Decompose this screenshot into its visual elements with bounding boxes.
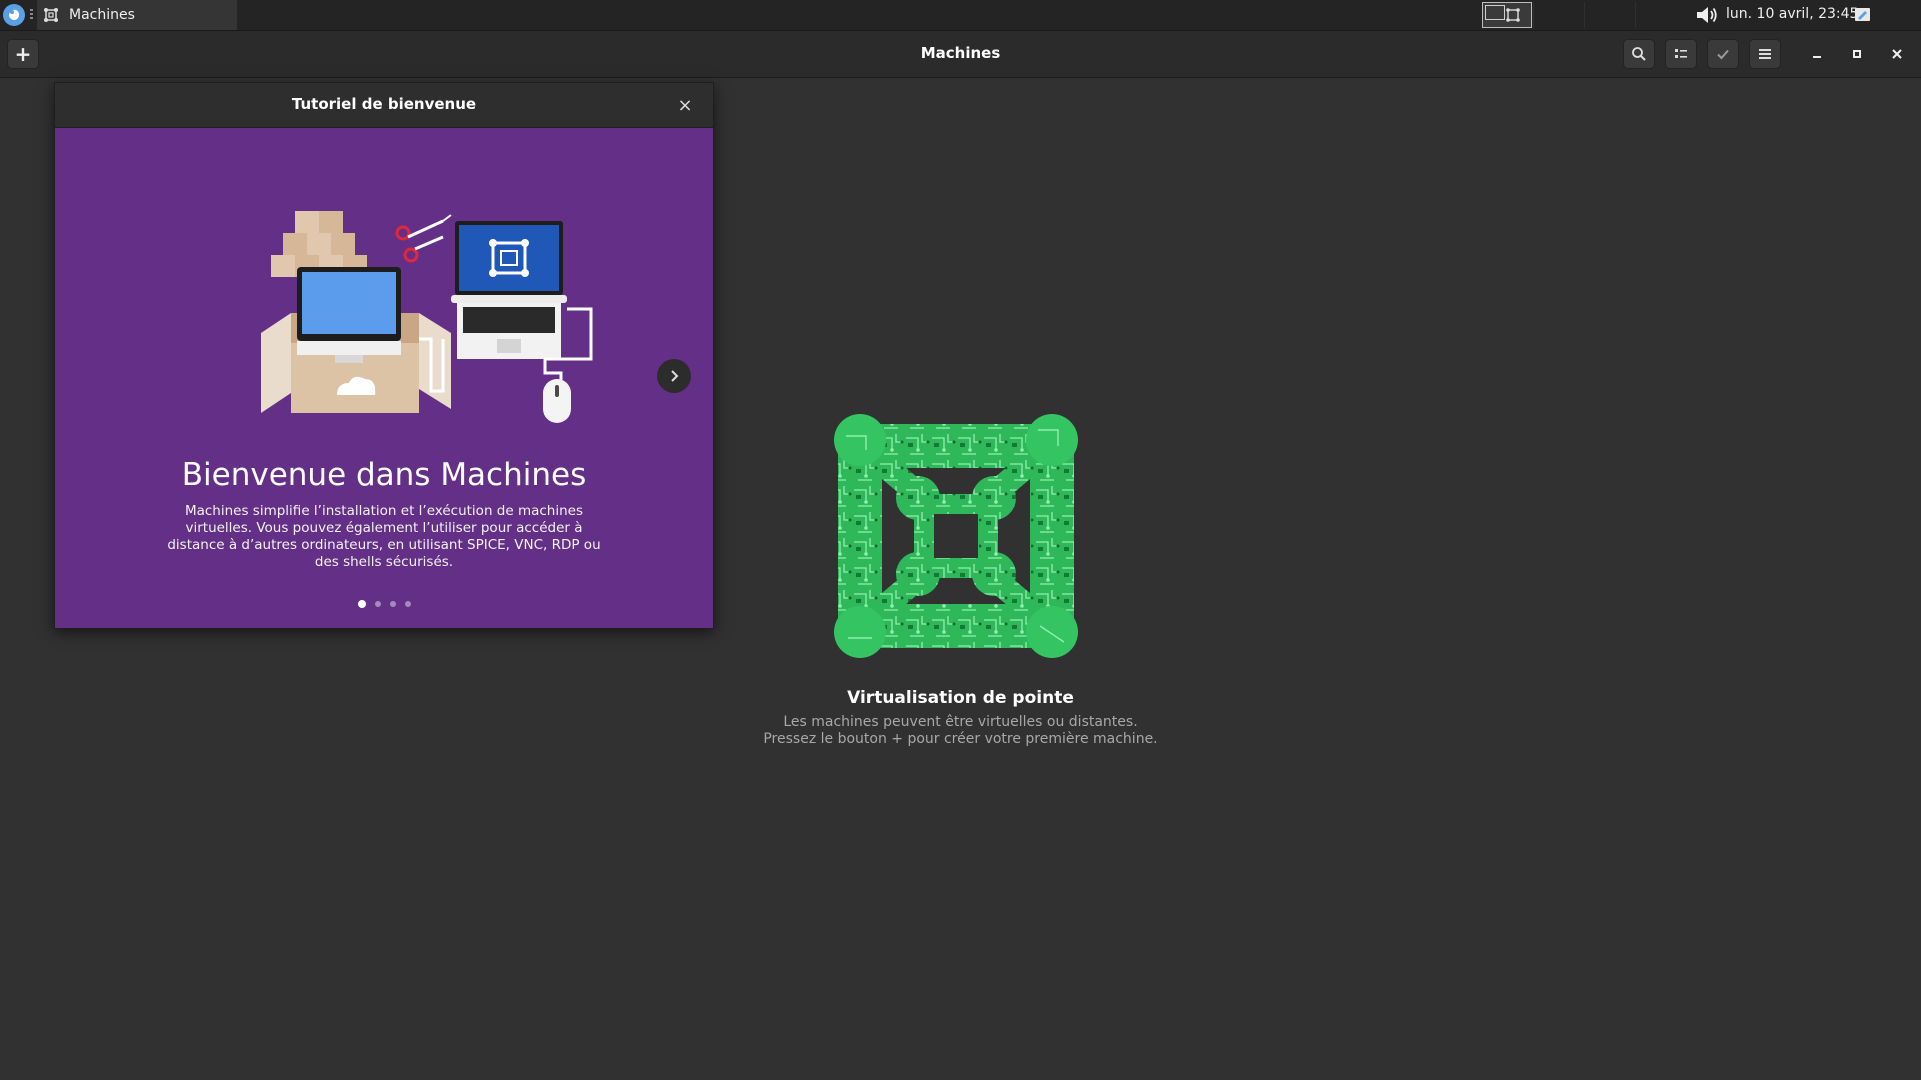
header-bar: + Machines <box>0 31 1921 78</box>
taskbar-item-machines[interactable]: Machines <box>37 0 237 30</box>
checkmark-icon <box>1717 49 1729 60</box>
scissors-icon <box>395 214 452 263</box>
notifications-icon[interactable] <box>1854 6 1872 24</box>
machines-app-icon <box>1506 8 1520 22</box>
page-dot[interactable] <box>357 600 366 608</box>
dialog-close-button[interactable]: × <box>675 94 695 116</box>
laptop-icon <box>451 221 567 359</box>
empty-state-hint: Pressez le bouton + pour créer votre pre… <box>763 731 1158 747</box>
workspace-pager-2[interactable] <box>1533 2 1584 28</box>
maximize-icon <box>1853 50 1861 58</box>
page-dot[interactable] <box>389 601 396 607</box>
top-panel: Machines lun. 10 avril, 23:45 <box>0 0 1921 31</box>
chevron-right-icon <box>671 370 679 382</box>
empty-state-description: Les machines peuvent être virtuelles ou … <box>783 714 1138 730</box>
close-icon: × <box>677 94 693 116</box>
welcome-illustration <box>261 211 593 423</box>
machines-logo-icon <box>834 414 1078 658</box>
page-dot[interactable] <box>404 601 411 607</box>
tutorial-body: Machines simplifie l’installation et l’e… <box>167 503 601 570</box>
volume-icon[interactable] <box>1695 4 1719 26</box>
close-icon <box>1892 49 1902 59</box>
list-view-icon <box>1675 49 1687 58</box>
main-menu-button[interactable] <box>1749 39 1781 69</box>
clock[interactable]: lun. 10 avril, 23:45 <box>1726 6 1858 22</box>
pager-window-thumb <box>1485 5 1505 20</box>
workspace-pager-4[interactable] <box>1635 2 1686 28</box>
panel-separator <box>30 9 33 21</box>
page-indicator <box>55 600 713 608</box>
welcome-tutorial-dialog: Tutoriel de bienvenue × Bienvenue dans M… <box>54 82 714 629</box>
minimize-icon <box>1813 56 1821 58</box>
dialog-titlebar: Tutoriel de bienvenue × <box>55 83 713 128</box>
taskbar-item-label: Machines <box>69 7 135 23</box>
minimize-button[interactable] <box>1801 39 1833 69</box>
machines-app-icon <box>44 8 58 22</box>
empty-state-title: Virtualisation de pointe <box>847 688 1074 708</box>
page-dot[interactable] <box>374 601 381 607</box>
close-window-button[interactable] <box>1881 39 1913 69</box>
list-view-button[interactable] <box>1665 39 1697 69</box>
app-launcher-icon[interactable] <box>3 4 25 26</box>
selection-mode-button[interactable] <box>1707 39 1739 69</box>
mouse-icon <box>543 379 571 423</box>
next-page-button[interactable] <box>657 359 691 393</box>
tutorial-heading: Bienvenue dans Machines <box>181 457 587 493</box>
workspace-pager-3[interactable] <box>1584 2 1635 28</box>
workspace-pager-1[interactable] <box>1482 2 1532 28</box>
dialog-title: Tutoriel de bienvenue <box>291 95 477 113</box>
search-icon <box>1632 47 1646 61</box>
hamburger-menu-icon <box>1759 49 1771 59</box>
maximize-button[interactable] <box>1841 39 1873 69</box>
search-button[interactable] <box>1623 39 1655 69</box>
